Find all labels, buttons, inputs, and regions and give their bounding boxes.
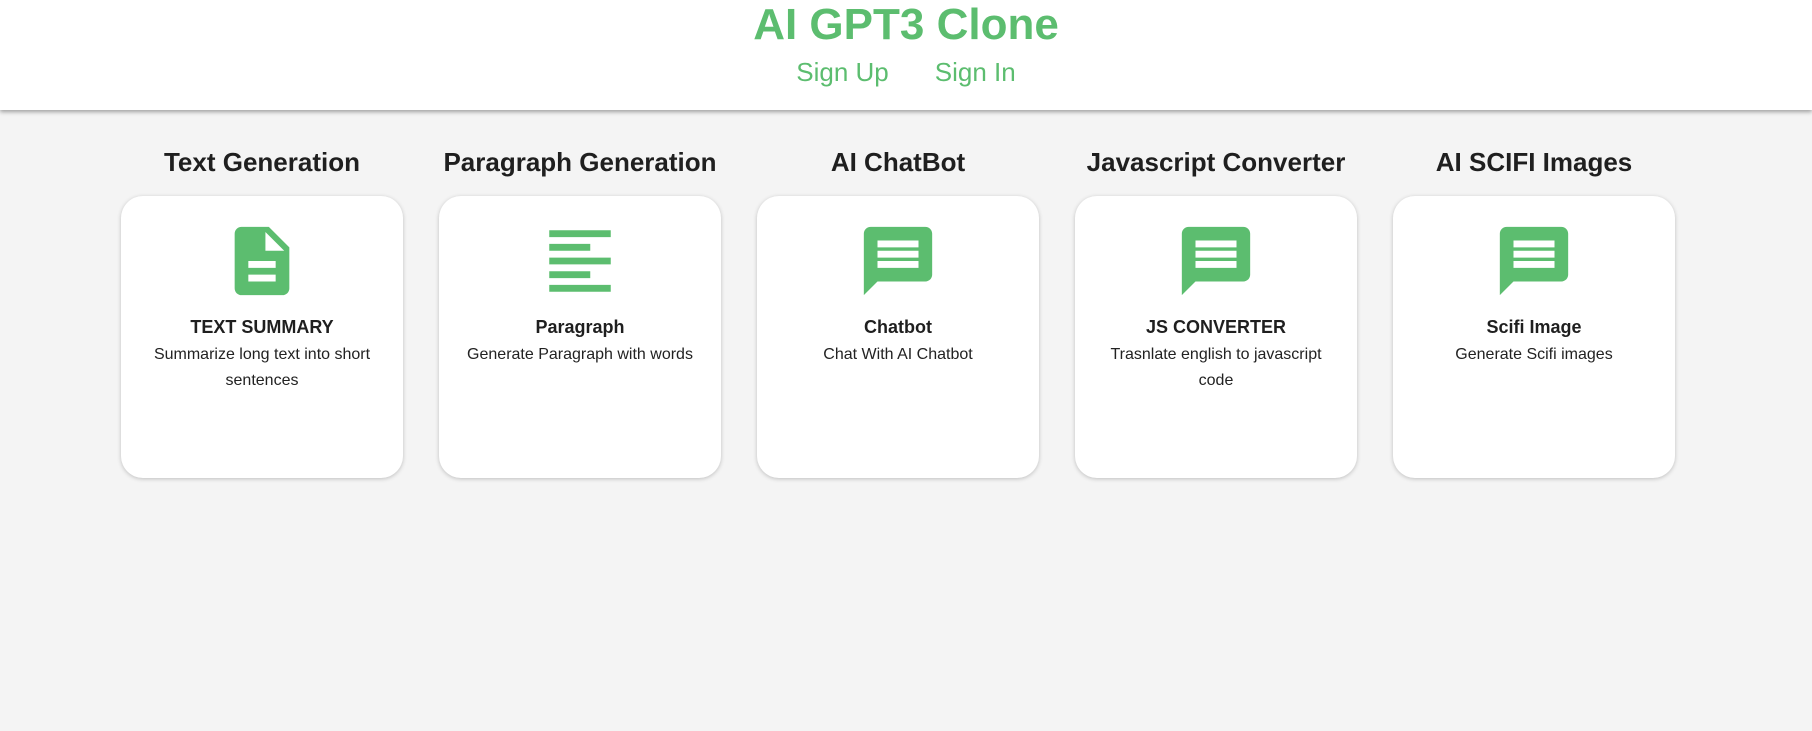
- section-title: Text Generation: [163, 147, 360, 177]
- js-converter-card[interactable]: JS CONVERTER Trasnlate english to javasc…: [1075, 196, 1357, 478]
- paragraph-card[interactable]: Paragraph Generate Paragraph with words: [439, 196, 721, 478]
- card-description: Summarize long text into short sentences: [153, 346, 371, 389]
- chatbot-card[interactable]: Chatbot Chat With AI Chatbot: [757, 196, 1039, 478]
- card-description: Generate Scifi images: [1455, 346, 1613, 363]
- section-title: AI ChatBot: [830, 147, 966, 177]
- card-title: Scifi Image: [1486, 317, 1582, 337]
- card-description: Generate Paragraph with words: [467, 346, 693, 363]
- card-description: Chat With AI Chatbot: [823, 346, 973, 363]
- card-title: TEXT SUMMARY: [190, 317, 334, 337]
- sign-up-link[interactable]: Sign Up: [796, 54, 889, 90]
- scifi-image-card[interactable]: Scifi Image Generate Scifi images: [1393, 196, 1675, 478]
- card-title: Paragraph: [535, 317, 625, 337]
- section-title: Paragraph Generation: [443, 147, 717, 177]
- card-title: JS CONVERTER: [1145, 317, 1287, 337]
- card-description: Trasnlate english to javascript code: [1110, 346, 1322, 389]
- sign-in-link[interactable]: Sign In: [935, 54, 1016, 90]
- feature-ai-chatbot: AI ChatBot Chatbot Chat With AI Chatbot: [757, 140, 1039, 478]
- section-title: Javascript Converter: [1086, 147, 1346, 177]
- feature-text-generation: Text Generation TEXT SUMMARY Summarize l…: [121, 140, 403, 478]
- paragraph-lines-icon: [549, 230, 611, 292]
- feature-paragraph-generation: Paragraph Generation Paragraph Generate …: [439, 140, 721, 478]
- header-nav: Sign Up Sign In: [0, 54, 1812, 90]
- feature-javascript-converter: Javascript Converter JS CONVERTER Trasnl…: [1075, 140, 1357, 478]
- section-title: AI SCIFI Images: [1435, 147, 1633, 177]
- feature-cards: Text Generation TEXT SUMMARY Summarize l…: [121, 140, 1675, 478]
- chat-bubble-icon: [1499, 226, 1569, 296]
- card-title: Chatbot: [864, 317, 932, 337]
- document-icon: [234, 226, 290, 296]
- brand-title[interactable]: AI GPT3 Clone: [0, 0, 1812, 50]
- app-header: AI GPT3 Clone Sign Up Sign In: [0, 0, 1812, 110]
- feature-ai-scifi-images: AI SCIFI Images Scifi Image Generate Sci…: [1393, 140, 1675, 478]
- chat-bubble-icon: [1181, 226, 1251, 296]
- chat-bubble-icon: [863, 226, 933, 296]
- text-summary-card[interactable]: TEXT SUMMARY Summarize long text into sh…: [121, 196, 403, 478]
